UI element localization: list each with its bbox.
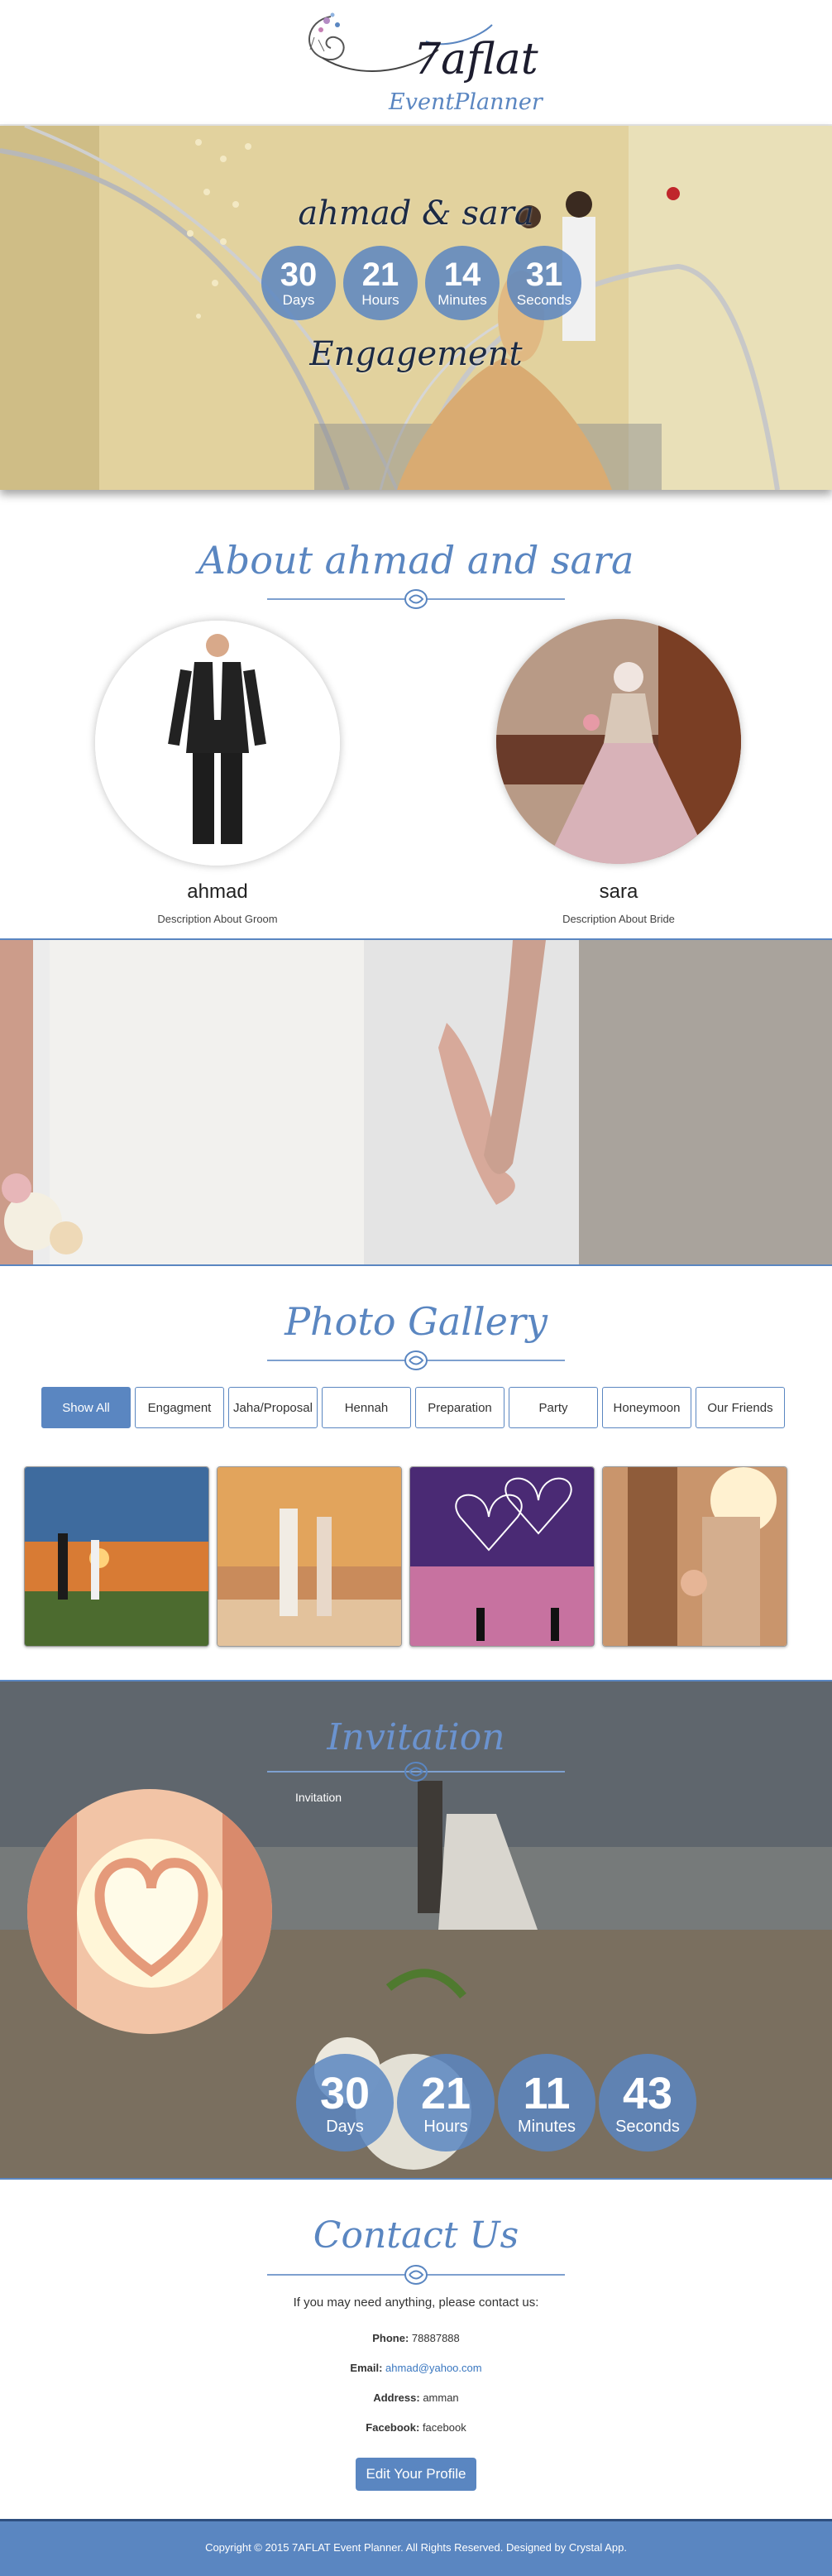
gallery-item[interactable] — [217, 1466, 402, 1647]
heart-hands-image — [27, 1789, 272, 2034]
gallery-filters: Show All Engagment Jaha/Proposal Hennah … — [41, 1387, 794, 1430]
filter-hennah[interactable]: Hennah — [322, 1387, 411, 1428]
invitation-title: Invitation — [327, 1716, 505, 1758]
bride-image — [496, 619, 741, 864]
countdown-label: Days — [282, 292, 315, 308]
groom-photo — [95, 621, 340, 866]
countdown-minutes: 11 Minutes — [498, 2054, 595, 2151]
countdown-label: Hours — [423, 2117, 468, 2136]
gallery-image — [218, 1467, 401, 1646]
countdown-value: 11 — [523, 2068, 571, 2118]
logo-wordmark: 7aflat — [414, 35, 538, 84]
filter-show-all[interactable]: Show All — [41, 1387, 131, 1428]
filter-our-friends[interactable]: Our Friends — [696, 1387, 785, 1428]
invitation-photo — [27, 1789, 272, 2034]
countdown-value: 21 — [361, 257, 399, 293]
filter-party[interactable]: Party — [509, 1387, 598, 1428]
hands-banner-image — [0, 940, 832, 1264]
gallery-item[interactable] — [24, 1466, 209, 1647]
countdown-label: Minutes — [517, 2117, 576, 2136]
countdown-minutes: 14 Minutes — [425, 246, 500, 320]
contact-phone: Phone: 78887888 — [0, 2332, 832, 2344]
groom-image — [95, 621, 340, 866]
countdown-value: 21 — [420, 2068, 471, 2118]
invitation-countdown: 30 Days 21 Hours 11 Minutes 43 Seconds — [296, 2054, 696, 2151]
contact-address-value: amman — [423, 2391, 459, 2404]
bride-name: sara — [599, 880, 638, 903]
filter-honeymoon[interactable]: Honeymoon — [602, 1387, 691, 1428]
ornament-icon — [404, 589, 428, 609]
contact-facebook-label: Facebook: — [366, 2421, 420, 2434]
gallery-title: Photo Gallery — [285, 1299, 547, 1344]
gallery-image — [410, 1467, 594, 1646]
gallery-item[interactable] — [409, 1466, 595, 1647]
edit-profile-button[interactable]: Edit Your Profile — [356, 2458, 476, 2491]
footer-copyright: Copyright © 2015 7AFLAT Event Planner. A… — [205, 2541, 627, 2554]
countdown-label: Hours — [361, 292, 399, 308]
countdown-value: 30 — [319, 2068, 371, 2118]
countdown-label: Minutes — [438, 292, 487, 308]
countdown-days: 30 Days — [296, 2054, 394, 2151]
ornament-icon — [404, 1762, 428, 1782]
countdown-hours: 21 Hours — [397, 2054, 495, 2151]
contact-title: Contact Us — [313, 2214, 519, 2257]
gallery-image — [25, 1467, 208, 1646]
site-footer: Copyright © 2015 7AFLAT Event Planner. A… — [0, 2519, 832, 2576]
countdown-label: Seconds — [615, 2117, 680, 2136]
countdown-value: 14 — [443, 257, 481, 293]
gallery-item[interactable] — [602, 1466, 787, 1647]
contact-phone-label: Phone: — [372, 2332, 409, 2344]
site-header: 7aflat EventPlanner — [0, 0, 832, 124]
contact-email-link[interactable]: ahmad@yahoo.com — [385, 2362, 482, 2374]
contact-email: Email: ahmad@yahoo.com — [0, 2362, 832, 2374]
bride-photo — [496, 619, 741, 864]
filter-jaha-proposal[interactable]: Jaha/Proposal — [228, 1387, 318, 1428]
countdown-seconds: 43 Seconds — [599, 2054, 696, 2151]
invitation-text: Invitation — [295, 1791, 342, 1804]
hero-couple-title: ahmad & sara — [298, 194, 534, 233]
groom-description: Description About Groom — [157, 913, 278, 925]
countdown-seconds: 31 Seconds — [507, 246, 581, 320]
invitation-section: Invitation Invitation 30 Days 21 Hours 1… — [0, 1680, 832, 2180]
countdown-value: 31 — [525, 257, 563, 293]
contact-intro: If you may need anything, please contact… — [293, 2295, 539, 2310]
hero-event-name: Engagement — [309, 335, 523, 373]
contact-email-label: Email: — [350, 2362, 383, 2374]
site-logo[interactable]: 7aflat EventPlanner — [281, 0, 543, 124]
about-title: About ahmad and sara — [198, 538, 634, 583]
countdown-days: 30 Days — [261, 246, 336, 320]
countdown-label: Seconds — [516, 292, 572, 308]
contact-facebook: Facebook: facebook — [0, 2421, 832, 2434]
filter-preparation[interactable]: Preparation — [415, 1387, 504, 1428]
countdown-value: 30 — [280, 257, 318, 293]
countdown-label: Days — [326, 2117, 364, 2136]
countdown-hours: 21 Hours — [343, 246, 418, 320]
ornament-icon — [404, 1350, 428, 1370]
contact-address-label: Address: — [373, 2391, 420, 2404]
contact-facebook-value[interactable]: facebook — [423, 2421, 466, 2434]
contact-address: Address: amman — [0, 2391, 832, 2404]
groom-name: ahmad — [187, 880, 248, 903]
contact-phone-value: 78887888 — [411, 2332, 460, 2344]
hero-countdown: 30 Days 21 Hours 14 Minutes 31 Seconds — [261, 246, 584, 320]
hands-banner — [0, 938, 832, 1266]
countdown-value: 43 — [622, 2068, 673, 2118]
bride-description: Description About Bride — [562, 913, 675, 925]
logo-tagline: EventPlanner — [389, 89, 543, 115]
gallery-image — [603, 1467, 787, 1646]
ornament-icon — [404, 2265, 428, 2285]
hero-section: ahmad & sara 30 Days 21 Hours 14 Minutes… — [0, 126, 832, 490]
filter-engagment[interactable]: Engagment — [135, 1387, 224, 1428]
